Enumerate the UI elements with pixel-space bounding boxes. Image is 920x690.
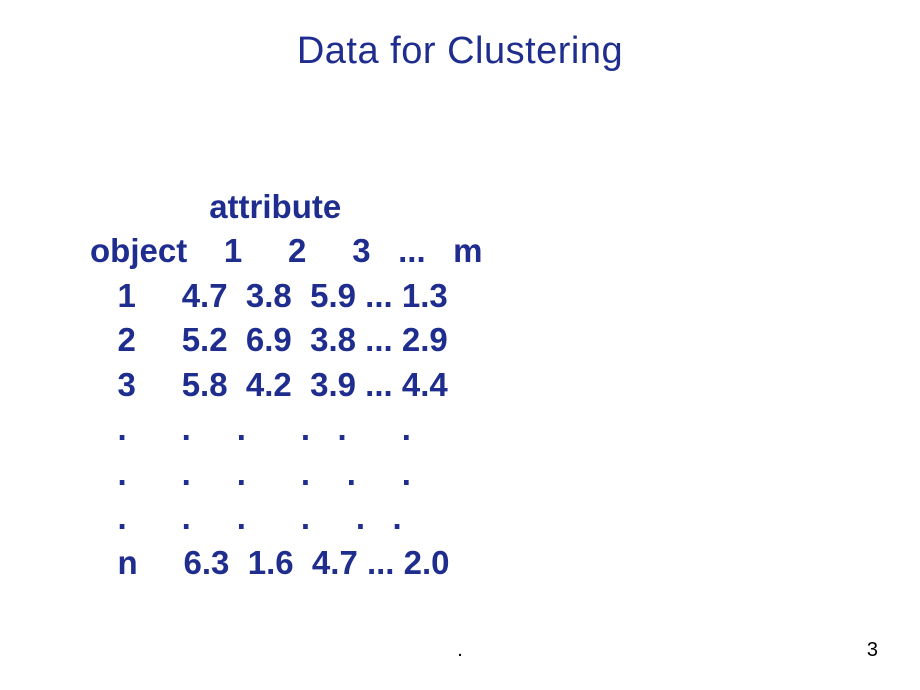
data-row: . . . . . . <box>90 410 411 447</box>
slide-title: Data for Clustering <box>0 0 920 73</box>
page-number: 3 <box>867 639 878 662</box>
data-row: . . . . . . <box>90 499 402 536</box>
data-matrix-content: attribute object 1 2 3 ... m 1 4.7 3.8 5… <box>90 140 482 585</box>
data-row: 1 4.7 3.8 5.9 ... 1.3 <box>90 277 448 314</box>
data-row: 2 5.2 6.9 3.8 ... 2.9 <box>90 321 448 358</box>
column-header: object 1 2 3 ... m <box>90 232 482 269</box>
data-row: n 6.3 1.6 4.7 ... 2.0 <box>90 544 450 581</box>
attribute-header: attribute <box>90 188 341 225</box>
footer-dot: . <box>457 639 463 662</box>
data-row: 3 5.8 4.2 3.9 ... 4.4 <box>90 366 448 403</box>
data-row: . . . . . . <box>90 455 411 492</box>
